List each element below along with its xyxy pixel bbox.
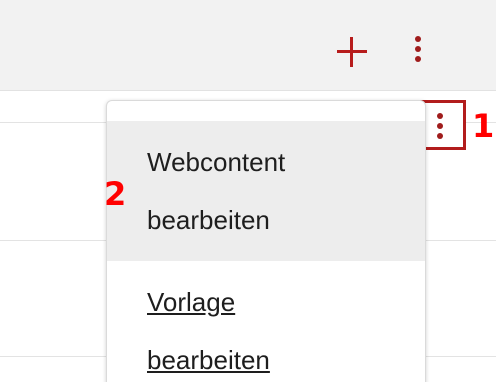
actions-dropdown-menu: Webcontent bearbeiten Vorlage bearbeiten [106, 100, 426, 382]
screen: 1 Webcontent bearbeiten Vorlage bearbeit… [0, 0, 496, 382]
kebab-menu-icon[interactable] [414, 36, 422, 66]
annotation-label-1: 1 [472, 107, 495, 145]
menu-item-label: bearbeiten [147, 205, 270, 235]
menu-item-edit-webcontent[interactable]: Webcontent bearbeiten [107, 121, 425, 261]
annotation-label-2: 2 [104, 175, 127, 213]
row-actions-kebab-icon[interactable] [436, 113, 444, 143]
toolbar [0, 0, 496, 91]
menu-item-label: Vorlage [147, 287, 236, 317]
menu-item-edit-template[interactable]: Vorlage bearbeiten [107, 273, 425, 382]
menu-item-label: Webcontent [147, 147, 286, 177]
menu-item-label: bearbeiten [147, 345, 270, 375]
plus-icon[interactable] [336, 36, 368, 68]
